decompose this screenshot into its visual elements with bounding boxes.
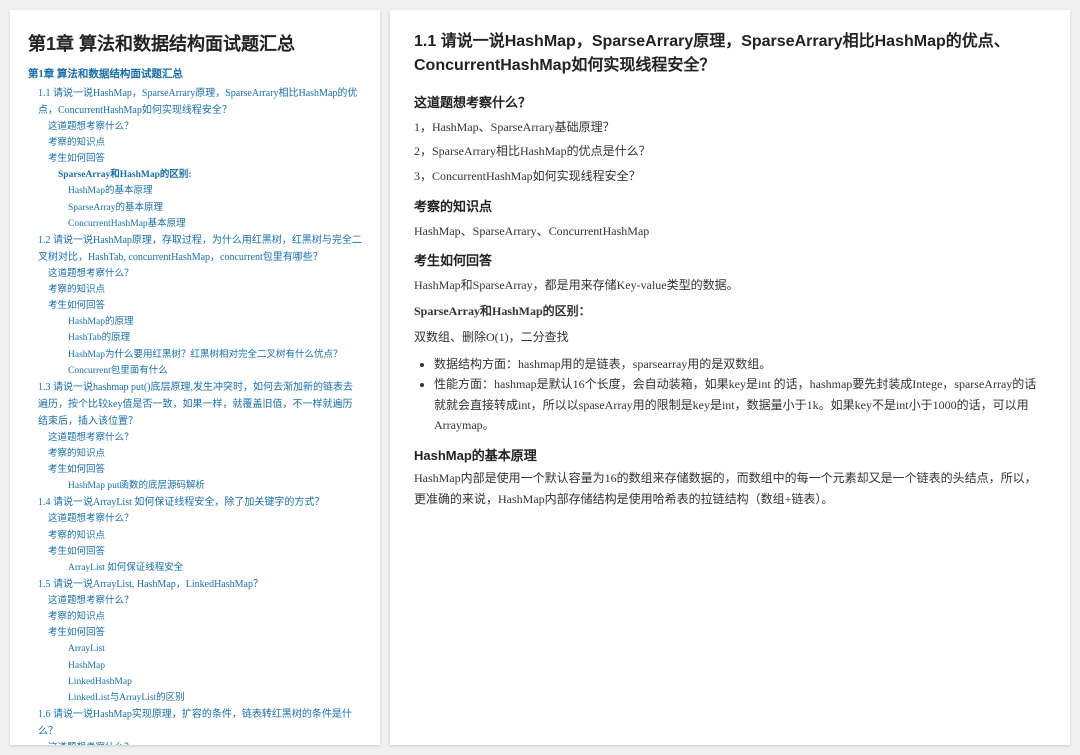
- toc-item-25[interactable]: 考生如何回答: [28, 544, 362, 560]
- toc-item-13[interactable]: HashMap的原理: [28, 314, 362, 330]
- bullet-item-1: 数据结构方面：hashmap用的是链表，sparsearray用的是双数组。: [434, 354, 1046, 374]
- toc-item-24[interactable]: 考察的知识点: [28, 528, 362, 544]
- toc-item-3[interactable]: 考察的知识点: [28, 135, 362, 151]
- toc-item-9[interactable]: 1.2 请说一说HashMap原理，存取过程，为什么用红黑树，红黑树与完全二叉树…: [28, 232, 362, 266]
- think-item-1: 1，HashMap、SparseArrary基础原理？: [414, 117, 1046, 137]
- toc-item-32[interactable]: HashMap: [28, 658, 362, 674]
- toc-item-28[interactable]: 这道题想考察什么？: [28, 593, 362, 609]
- chapter-title: 第1章 算法和数据结构面试题汇总: [28, 30, 362, 56]
- toc-item-23[interactable]: 这道题想考察什么？: [28, 511, 362, 527]
- toc-item-5[interactable]: SparseArray和HashMap的区别:: [28, 167, 362, 183]
- toc-item-33[interactable]: LinkedHashMap: [28, 674, 362, 690]
- think-label: 这道题想考察什么？: [414, 92, 1046, 111]
- toc-item-22[interactable]: 1.4 请说一说ArrayList 如何保证线程安全，除了加关键字的方式？: [28, 494, 362, 511]
- toc-item-30[interactable]: 考生如何回答: [28, 625, 362, 641]
- toc-item-4[interactable]: 考生如何回答: [28, 151, 362, 167]
- toc-item-36[interactable]: 这道题想考察什么？: [28, 740, 362, 745]
- toc-item-14[interactable]: HashTab的原理: [28, 330, 362, 346]
- toc-item-26[interactable]: ArrayList 如何保证线程安全: [28, 560, 362, 576]
- toc-item-15[interactable]: HashMap为什么要用红黑树？红黑树相对完全二叉树有什么优点？: [28, 347, 362, 363]
- hashmap-desc: HashMap内部是使用一个默认容量为16的数组来存储数据的，而数组中的每一个元…: [414, 468, 1046, 509]
- toc-item-7[interactable]: SparseArray的基本原理: [28, 200, 362, 216]
- toc-item-20[interactable]: 考生如何回答: [28, 462, 362, 478]
- toc-item-34[interactable]: LinkedList与ArrayList的区别: [28, 690, 362, 706]
- think-item-3: 3，ConcurrentHashMap如何实现线程安全？: [414, 166, 1046, 186]
- answer-intro: HashMap和SparseArray，都是用来存储Key-value类型的数据…: [414, 275, 1046, 295]
- toc-item-12[interactable]: 考生如何回答: [28, 298, 362, 314]
- bullet-list: 数据结构方面：hashmap用的是链表，sparsearray用的是双数组。 性…: [414, 354, 1046, 436]
- toc-item-1[interactable]: 1.1 请说一说HashMap，SparseArrary原理，SparseArr…: [28, 85, 362, 119]
- answer-label: 考生如何回答: [414, 250, 1046, 269]
- toc-item-8[interactable]: ConcurrentHashMap基本原理: [28, 216, 362, 232]
- toc-item-29[interactable]: 考察的知识点: [28, 609, 362, 625]
- toc-item-6[interactable]: HashMap的基本原理: [28, 183, 362, 199]
- right-panel: 1.1 请说一说HashMap，SparseArrary原理，SparseArr…: [390, 10, 1070, 745]
- toc-item-16[interactable]: Concurrent包里面有什么: [28, 363, 362, 379]
- sparse-bold: SparseArray和HashMap的区别：: [414, 301, 1046, 321]
- page-container: 第1章 算法和数据结构面试题汇总 第1章 算法和数据结构面试题汇总1.1 请说一…: [10, 10, 1070, 745]
- toc-item-2[interactable]: 这道题想考察什么？: [28, 119, 362, 135]
- toc-item-19[interactable]: 考察的知识点: [28, 446, 362, 462]
- toc-item-27[interactable]: 1.5 请说一说ArrayList, HashMap，LinkedHashMap…: [28, 576, 362, 593]
- knowledge-label: 考察的知识点: [414, 196, 1046, 215]
- toc-item-17[interactable]: 1.3 请说一说hashmap put()底层原理,发生冲突时，如何去渐加新的链…: [28, 379, 362, 430]
- left-panel: 第1章 算法和数据结构面试题汇总 第1章 算法和数据结构面试题汇总1.1 请说一…: [10, 10, 380, 745]
- toc-item-11[interactable]: 考察的知识点: [28, 282, 362, 298]
- bullet-item-2: 性能方面：hashmap是默认16个长度，会自动装箱，如果key是int 的话，…: [434, 374, 1046, 435]
- toc-item-31[interactable]: ArrayList: [28, 641, 362, 657]
- sparse-sub: 双数组、删除O(1)，二分查找: [414, 327, 1046, 347]
- section-title: 1.1 请说一说HashMap，SparseArrary原理，SparseArr…: [414, 30, 1046, 78]
- toc-item-0[interactable]: 第1章 算法和数据结构面试题汇总: [28, 66, 362, 84]
- think-item-2: 2，SparseArrary相比HashMap的优点是什么？: [414, 141, 1046, 161]
- knowledge-text: HashMap、SparseArrary、ConcurrentHashMap: [414, 221, 1046, 241]
- hashmap-heading: HashMap的基本原理: [414, 445, 1046, 464]
- toc-item-21[interactable]: HashMap put函数的底层源码解析: [28, 478, 362, 494]
- toc-item-18[interactable]: 这道题想考察什么？: [28, 430, 362, 446]
- toc-item-10[interactable]: 这道题想考察什么？: [28, 266, 362, 282]
- toc-container: 第1章 算法和数据结构面试题汇总1.1 请说一说HashMap，SparseAr…: [28, 66, 362, 745]
- toc-item-35[interactable]: 1.6 请说一说HashMap实现原理，扩容的条件，链表转红黑树的条件是什么？: [28, 706, 362, 740]
